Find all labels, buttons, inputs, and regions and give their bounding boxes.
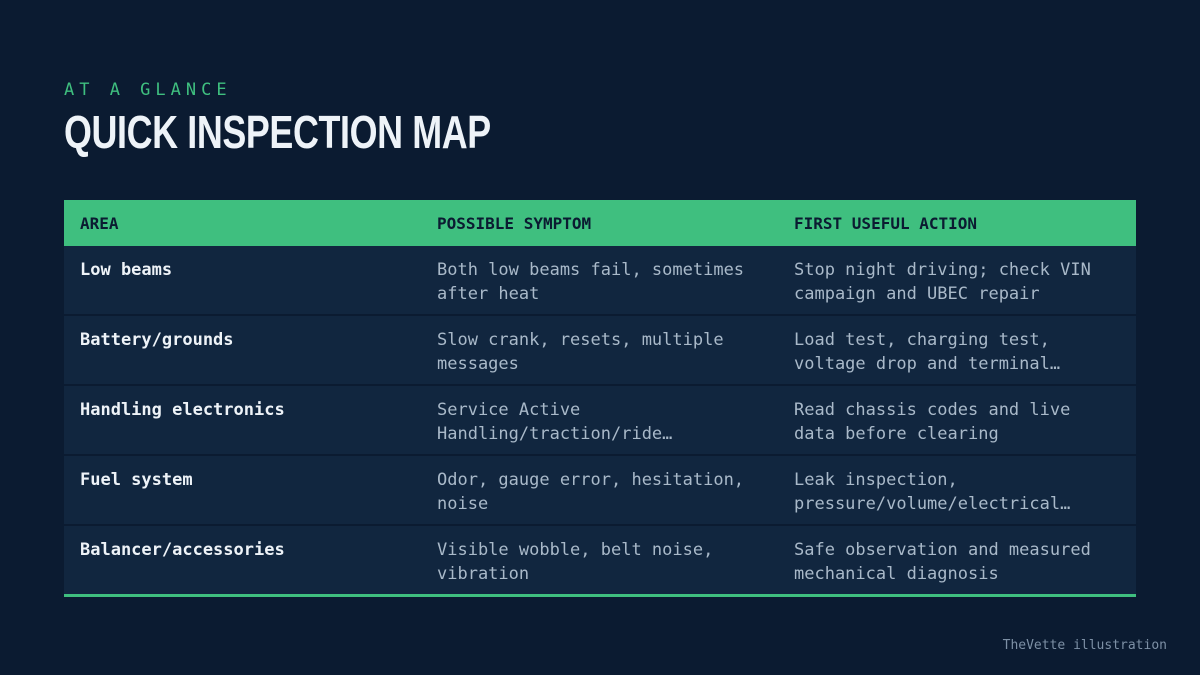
symptom-text: Odor, gauge error, hesitation, noise [437, 470, 745, 514]
symptom-cell: Visible wobble, belt noise, vibration [421, 526, 778, 594]
table-row: Battery/grounds Slow crank, resets, mult… [64, 316, 1136, 386]
area-cell: Balancer/accessories [80, 540, 285, 560]
column-header-symptom: POSSIBLE SYMPTOM [437, 214, 592, 233]
action-cell: Stop night driving; check VIN campaign a… [778, 246, 1136, 314]
table-header-row: AREA POSSIBLE SYMPTOM FIRST USEFUL ACTIO… [64, 200, 1136, 246]
symptom-text: Slow crank, resets, multiple messages [437, 330, 724, 374]
page-title: QUICK INSPECTION MAP [64, 106, 491, 158]
area-cell: Fuel system [80, 470, 193, 490]
symptom-text: Visible wobble, belt noise, vibration [437, 540, 714, 584]
symptom-text: Service Active Handling/traction/ride… [437, 400, 673, 444]
action-text: Safe observation and measured mechanical… [794, 540, 1091, 584]
symptom-text: Both low beams fail, sometimes after hea… [437, 260, 745, 304]
action-cell: Safe observation and measured mechanical… [778, 526, 1136, 594]
symptom-cell: Slow crank, resets, multiple messages [421, 316, 778, 384]
action-text: Load test, charging test, voltage drop a… [794, 330, 1061, 374]
action-text: Read chassis codes and live data before … [794, 400, 1071, 444]
table-row: Balancer/accessories Visible wobble, bel… [64, 526, 1136, 594]
inspection-table: AREA POSSIBLE SYMPTOM FIRST USEFUL ACTIO… [64, 200, 1136, 597]
area-cell: Handling electronics [80, 400, 285, 420]
action-cell: Load test, charging test, voltage drop a… [778, 316, 1136, 384]
image-credit: TheVette illustration [1002, 638, 1167, 653]
eyebrow-label: AT A GLANCE [64, 80, 232, 100]
column-header-action: FIRST USEFUL ACTION [794, 214, 978, 233]
action-cell: Leak inspection, pressure/volume/electri… [778, 456, 1136, 524]
table-row: Handling electronics Service Active Hand… [64, 386, 1136, 456]
symptom-cell: Odor, gauge error, hesitation, noise [421, 456, 778, 524]
symptom-cell: Both low beams fail, sometimes after hea… [421, 246, 778, 314]
table-row: Low beams Both low beams fail, sometimes… [64, 246, 1136, 316]
action-text: Leak inspection, pressure/volume/electri… [794, 470, 1071, 514]
area-cell: Battery/grounds [80, 330, 234, 350]
area-cell: Low beams [80, 260, 173, 280]
action-cell: Read chassis codes and live data before … [778, 386, 1136, 454]
symptom-cell: Service Active Handling/traction/ride… [421, 386, 778, 454]
column-header-area: AREA [80, 214, 119, 233]
action-text: Stop night driving; check VIN campaign a… [794, 260, 1091, 304]
table-row: Fuel system Odor, gauge error, hesitatio… [64, 456, 1136, 526]
